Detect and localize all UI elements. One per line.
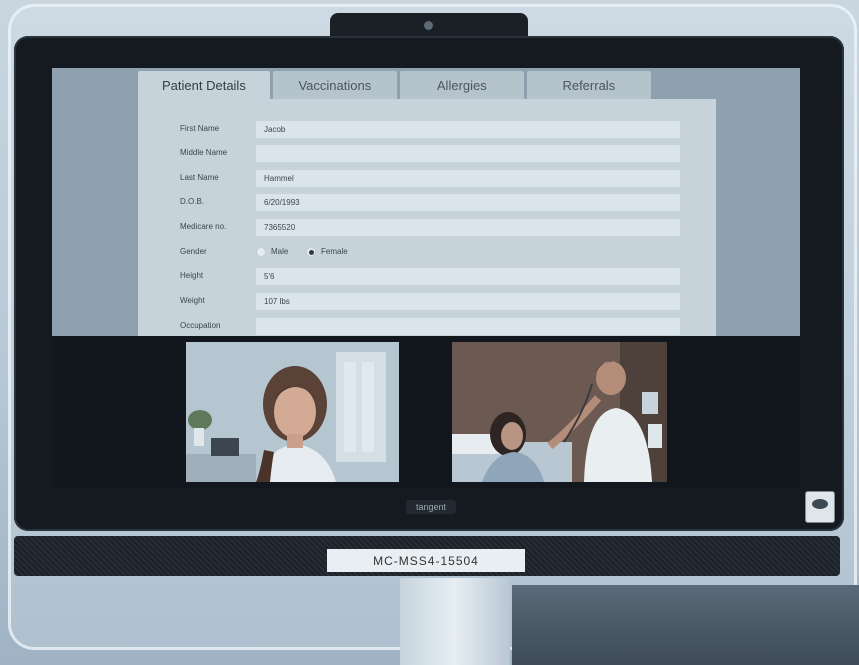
height-field[interactable]: 5'6: [256, 268, 680, 285]
tab-allergies[interactable]: Allergies: [399, 71, 524, 99]
camera-lens-icon: [424, 21, 433, 30]
last-name-row: Last Name Hammel: [138, 170, 716, 188]
stand-pole: [400, 578, 510, 665]
asset-tag-label: MC-MSS4-15504: [327, 549, 525, 572]
middle-name-label: Middle Name: [180, 148, 228, 157]
monitor-screen: Patient Details Vaccinations Allergies R…: [52, 68, 800, 488]
occupation-label: Occupation: [180, 321, 221, 330]
occupation-field[interactable]: [256, 318, 680, 335]
dob-label: D.O.B.: [180, 197, 205, 206]
first-name-label: First Name: [180, 124, 220, 133]
gpu-badge-icon: [805, 491, 835, 523]
middle-name-field[interactable]: [256, 145, 680, 162]
last-name-field[interactable]: Hammel: [256, 170, 680, 187]
medicare-field[interactable]: 7365520: [256, 219, 680, 236]
last-name-label: Last Name: [180, 173, 219, 182]
patient-record-app: Patient Details Vaccinations Allergies R…: [52, 68, 800, 336]
tab-vaccinations[interactable]: Vaccinations: [272, 71, 397, 99]
tab-patient-details[interactable]: Patient Details: [138, 71, 270, 99]
video-feed-doctor[interactable]: [186, 342, 399, 482]
dob-field[interactable]: 6/20/1993: [256, 194, 680, 211]
gender-label: Gender: [180, 247, 207, 256]
clinic-exam-image: [452, 342, 667, 482]
gender-male-radio[interactable]: [256, 247, 266, 257]
first-name-row: First Name Jacob: [138, 121, 716, 139]
weight-row: Weight 107 lbs: [138, 293, 716, 311]
gender-male-label: Male: [271, 247, 289, 256]
height-row: Height 5'6: [138, 268, 716, 286]
medicare-label: Medicare no.: [180, 222, 227, 231]
patient-details-form: First Name Jacob Middle Name Last Name H…: [138, 99, 716, 336]
dob-row: D.O.B. 6/20/1993: [138, 194, 716, 212]
gender-row: Gender Male Female: [138, 244, 716, 262]
weight-field[interactable]: 107 lbs: [256, 293, 680, 310]
weight-label: Weight: [180, 296, 205, 305]
video-call-strip: [52, 336, 800, 488]
gender-female-label: Female: [321, 247, 348, 256]
medicare-row: Medicare no. 7365520: [138, 219, 716, 237]
height-label: Height: [180, 271, 204, 280]
tab-referrals[interactable]: Referrals: [526, 71, 651, 99]
brand-logo: tangent: [406, 500, 456, 514]
middle-name-row: Middle Name: [138, 145, 716, 163]
background-floor: [512, 585, 859, 665]
occupation-row: Occupation: [138, 318, 716, 336]
tab-bar: Patient Details Vaccinations Allergies R…: [138, 71, 651, 99]
doctor-portrait-image: [186, 342, 399, 482]
gender-female-radio[interactable]: [306, 247, 316, 257]
first-name-field[interactable]: Jacob: [256, 121, 680, 138]
video-feed-patient-room[interactable]: [452, 342, 667, 482]
